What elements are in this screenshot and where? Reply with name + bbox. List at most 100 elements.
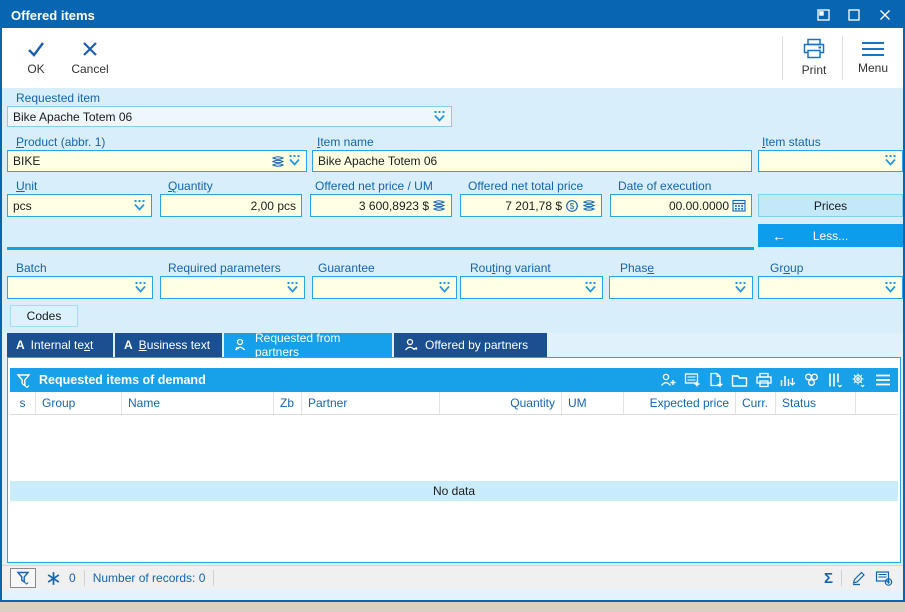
close-button[interactable] bbox=[877, 7, 893, 23]
batch-field[interactable] bbox=[7, 276, 153, 299]
stack-icon[interactable] bbox=[582, 199, 596, 212]
chevron-down-icon[interactable] bbox=[884, 281, 897, 294]
chevron-down-icon[interactable] bbox=[288, 155, 301, 167]
menu-icon[interactable] bbox=[874, 373, 892, 387]
column-header-name[interactable]: Name bbox=[122, 392, 274, 414]
sum-icon[interactable]: Σ bbox=[824, 570, 833, 587]
guarantee-field[interactable] bbox=[312, 276, 457, 299]
filter-toggle-button[interactable] bbox=[10, 568, 36, 588]
records-count-label: Number of records: 0 bbox=[92, 571, 206, 585]
tab-internal-text[interactable]: A Internal text bbox=[7, 333, 113, 357]
offered-net-price-field[interactable]: 3 600,8923 $ bbox=[310, 194, 452, 217]
calendar-icon[interactable] bbox=[732, 199, 746, 212]
section-divider bbox=[7, 247, 754, 250]
required-parameters-field[interactable] bbox=[160, 276, 305, 299]
chevron-down-icon[interactable] bbox=[286, 281, 299, 294]
print-icon[interactable] bbox=[755, 372, 772, 388]
export-chart-icon[interactable] bbox=[779, 372, 796, 388]
item-name-field[interactable]: Bike Apache Totem 06 bbox=[312, 150, 752, 172]
menu-label: Menu bbox=[857, 60, 889, 75]
edit-pencil-icon[interactable] bbox=[850, 570, 867, 586]
codes-label: Codes bbox=[26, 309, 62, 323]
offered-items-window: Offered items OK Cancel Print Menu Reque… bbox=[0, 0, 905, 602]
less-button[interactable]: ← Less... bbox=[758, 224, 903, 247]
window-title: Offered items bbox=[11, 7, 95, 23]
add-form-icon[interactable] bbox=[875, 570, 893, 586]
x-icon bbox=[80, 39, 100, 59]
column-header-expected-price[interactable]: Expected price bbox=[624, 392, 736, 414]
requested-item-value: Bike Apache Totem 06 bbox=[13, 109, 133, 124]
column-header-group[interactable]: Group bbox=[36, 392, 122, 414]
chevron-down-icon[interactable] bbox=[133, 199, 146, 212]
tab-business-text[interactable]: A Business text bbox=[115, 333, 222, 357]
item-name-value: Bike Apache Totem 06 bbox=[318, 154, 438, 168]
codes-button[interactable]: Codes bbox=[10, 305, 78, 327]
phase-field[interactable] bbox=[609, 276, 753, 299]
product-field[interactable]: BIKE bbox=[7, 150, 307, 172]
recalculate-icon[interactable]: $ bbox=[565, 199, 579, 213]
chevron-down-icon[interactable] bbox=[433, 110, 446, 123]
tab-requested-from-partners[interactable]: Requested from partners bbox=[224, 331, 392, 359]
text-a-icon: A bbox=[16, 338, 25, 352]
ok-button[interactable]: OK bbox=[10, 33, 62, 81]
folder-icon[interactable] bbox=[731, 373, 748, 388]
stack-icon[interactable] bbox=[271, 155, 285, 168]
column-header-um[interactable]: UM bbox=[562, 392, 624, 414]
settings-icon[interactable] bbox=[850, 372, 867, 388]
main-toolbar: OK Cancel Print Menu bbox=[2, 28, 903, 89]
column-header-quantity[interactable]: Quantity bbox=[440, 392, 562, 414]
routing-variant-label: Routing variant bbox=[470, 261, 551, 275]
product-label: Product (abbr. 1) bbox=[16, 135, 106, 149]
quantity-field[interactable]: 2,00 pcs bbox=[160, 194, 302, 217]
date-of-execution-field[interactable]: 00.00.0000 bbox=[610, 194, 752, 217]
print-button[interactable]: Print bbox=[788, 33, 840, 81]
product-value: BIKE bbox=[13, 154, 41, 168]
add-partner-icon[interactable] bbox=[660, 372, 677, 388]
filter-icon[interactable] bbox=[16, 373, 32, 388]
phase-label: Phase bbox=[620, 261, 655, 275]
add-from-form-icon[interactable] bbox=[684, 372, 701, 388]
filter-icon bbox=[15, 571, 31, 585]
chevron-down-icon[interactable] bbox=[134, 281, 147, 294]
related-items-icon[interactable] bbox=[803, 372, 820, 388]
table-caption-bar: Requested items of demand bbox=[10, 368, 898, 392]
cancel-button[interactable]: Cancel bbox=[64, 33, 116, 81]
chevron-down-icon[interactable] bbox=[584, 281, 597, 294]
chevron-down-icon[interactable] bbox=[884, 155, 897, 167]
maximize-button[interactable] bbox=[846, 7, 862, 23]
status-separator bbox=[83, 570, 85, 586]
column-header-zb[interactable]: Zb bbox=[274, 392, 302, 414]
item-status-label: Item status bbox=[762, 135, 821, 149]
chevron-down-icon[interactable] bbox=[734, 281, 747, 294]
column-header-s[interactable]: s bbox=[10, 392, 36, 414]
dock-window-icon bbox=[816, 9, 830, 21]
asterisk-icon[interactable] bbox=[46, 571, 61, 586]
guarantee-label: Guarantee bbox=[318, 261, 375, 275]
prices-button[interactable]: Prices bbox=[758, 194, 903, 217]
add-document-icon[interactable] bbox=[708, 372, 724, 388]
unit-label: Unit bbox=[16, 179, 38, 193]
menu-button[interactable]: Menu bbox=[847, 33, 899, 81]
item-status-field[interactable] bbox=[758, 150, 903, 172]
status-bar: 0 Number of records: 0 Σ bbox=[2, 565, 903, 590]
chevron-down-icon[interactable] bbox=[438, 281, 451, 294]
requested-item-field[interactable]: Bike Apache Totem 06 bbox=[7, 106, 452, 127]
column-header-curr[interactable]: Curr. bbox=[736, 392, 776, 414]
status-separator bbox=[841, 570, 842, 586]
columns-icon[interactable] bbox=[827, 372, 843, 388]
title-bar[interactable]: Offered items bbox=[2, 2, 903, 28]
unit-field[interactable]: pcs bbox=[7, 194, 152, 217]
close-icon bbox=[879, 9, 891, 21]
maximize-icon bbox=[848, 9, 860, 21]
stack-icon[interactable] bbox=[432, 199, 446, 212]
tab-offered-by-partners[interactable]: Offered by partners bbox=[394, 333, 547, 357]
routing-variant-field[interactable] bbox=[460, 276, 603, 299]
group-field[interactable] bbox=[758, 276, 903, 299]
column-header-partner[interactable]: Partner bbox=[302, 392, 440, 414]
item-name-label: Item name bbox=[317, 135, 374, 149]
tab-label: Requested from partners bbox=[255, 331, 341, 359]
column-header-status[interactable]: Status bbox=[776, 392, 856, 414]
offered-net-total-price-field[interactable]: 7 201,78 $ $ bbox=[460, 194, 602, 217]
dock-window-button[interactable] bbox=[815, 7, 831, 23]
toolbar-separator bbox=[782, 36, 783, 80]
